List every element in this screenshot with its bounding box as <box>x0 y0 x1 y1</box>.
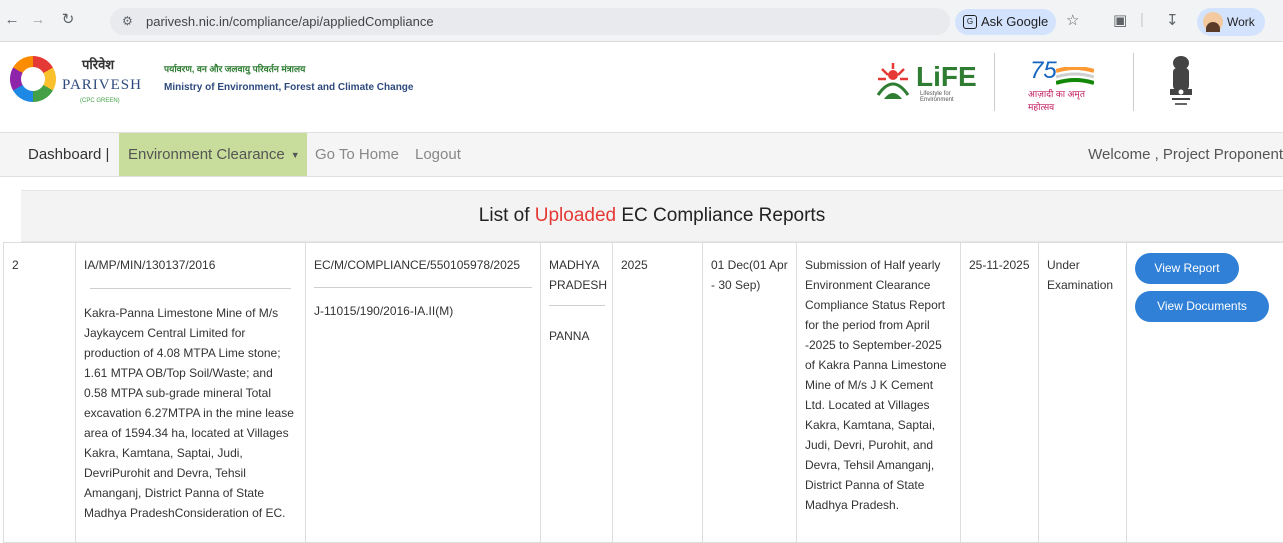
proposal-description: Kakra-Panna Limestone Mine of M/s Jaykay… <box>84 306 294 520</box>
bookmark-star-icon[interactable]: ☆ <box>1066 11 1079 29</box>
azadi-text: आज़ादी का अमृत महोत्सव <box>1028 89 1085 112</box>
ministry-name-hindi: पर्यावरण, वन और जलवायु परिवर्तन मंत्रालय <box>164 64 306 74</box>
ministry-name: Ministry of Environment, Forest and Clim… <box>164 82 414 93</box>
location-cell: MADHYA PRADESH PANNA <box>540 242 613 543</box>
compliance-reports-table: 2 IA/MP/MIN/130137/2016 Kakra-Panna Lime… <box>3 242 1283 543</box>
brand-name: PARIVESH <box>62 77 142 93</box>
download-icon[interactable]: ↧ <box>1166 11 1179 29</box>
browser-toolbar: ← → ↻ ⚙ parivesh.nic.in/compliance/api/a… <box>0 0 1283 42</box>
cell-divider <box>549 305 605 306</box>
header-divider <box>1133 53 1134 111</box>
lens-icon: G <box>963 15 977 29</box>
nav-go-to-home[interactable]: Go To Home <box>315 133 399 176</box>
caret-down-icon: ▼ <box>290 149 300 160</box>
profile-button[interactable]: Work <box>1197 8 1265 36</box>
life-logo-subtitle: Lifestyle for Environment <box>920 91 954 103</box>
proposal-number: IA/MP/MIN/130137/2016 <box>84 258 216 272</box>
compliance-cell: EC/M/COMPLIANCE/550105978/2025 J-11015/1… <box>305 242 541 543</box>
welcome-text: Welcome , Project Proponent <box>1088 146 1283 163</box>
reading-mode-icon[interactable]: ▣ <box>1113 11 1127 29</box>
status-cell: Under Examination <box>1038 242 1127 543</box>
tricolour-icon <box>1056 67 1094 85</box>
subject-cell: Submission of Half yearly Environment Cl… <box>796 242 961 543</box>
life-leaf-icon <box>876 63 910 99</box>
main-navbar: Dashboard | Environment Clearance ▼ Go To… <box>0 132 1283 177</box>
nav-environment-clearance-label: Environment Clearance <box>128 146 285 163</box>
life-logo-text: LiFE <box>916 61 977 92</box>
national-emblem-icon <box>1170 56 1192 105</box>
azadi-number: 75 <box>1030 57 1057 84</box>
file-number: J-11015/190/2016-IA.II(M) <box>314 304 454 318</box>
view-report-button[interactable]: View Report <box>1135 253 1239 284</box>
ask-google-button[interactable]: G Ask Google <box>955 9 1057 35</box>
cell-divider <box>314 287 532 288</box>
nav-dashboard[interactable]: Dashboard | <box>28 133 109 176</box>
table-row: 2 IA/MP/MIN/130137/2016 Kakra-Panna Lime… <box>3 242 1283 543</box>
district-name: PANNA <box>549 329 590 343</box>
sr-no-cell: 2 <box>3 242 76 543</box>
page-title-band: List of Uploaded EC Compliance Reports <box>21 190 1283 242</box>
compliance-id: EC/M/COMPLIANCE/550105978/2025 <box>314 258 521 272</box>
nav-environment-clearance-dropdown[interactable]: Environment Clearance ▼ <box>119 133 307 176</box>
brand-subtitle: (CPC GREEN) <box>80 98 120 104</box>
ask-google-label: Ask Google <box>981 14 1049 29</box>
state-name: MADHYA PRADESH <box>549 258 608 292</box>
address-bar[interactable]: ⚙ parivesh.nic.in/compliance/api/applied… <box>110 8 950 35</box>
page-title: List of Uploaded EC Compliance Reports <box>21 191 1283 241</box>
brand-hindi: परिवेश <box>82 57 115 72</box>
url-text[interactable]: parivesh.nic.in/compliance/api/appliedCo… <box>146 14 434 29</box>
forward-arrow-icon[interactable]: → <box>28 10 48 30</box>
page-title-suffix: EC Compliance Reports <box>616 205 826 226</box>
actions-cell: View Report View Documents <box>1126 242 1283 543</box>
cell-divider <box>90 288 291 289</box>
page-title-highlight: Uploaded <box>534 205 617 226</box>
site-header: परिवेश PARIVESH (CPC GREEN) पर्यावरण, वन… <box>0 43 1283 132</box>
proposal-cell: IA/MP/MIN/130137/2016 Kakra-Panna Limest… <box>75 242 306 543</box>
toolbar-divider: | <box>1140 11 1144 28</box>
view-documents-button[interactable]: View Documents <box>1135 291 1269 322</box>
year-cell: 2025 <box>612 242 703 543</box>
page-title-prefix: List of <box>478 205 535 226</box>
site-settings-icon[interactable]: ⚙ <box>122 14 133 28</box>
parivesh-logo-icon[interactable] <box>10 56 56 102</box>
life-logo: LiFE Lifestyle for Environment <box>870 57 977 105</box>
azadi-ka-amrit-mahotsav-logo: 75 आज़ादी का अमृत महोत्सव <box>1022 57 1112 112</box>
avatar <box>1203 12 1223 32</box>
header-divider <box>994 53 995 111</box>
period-cell: 01 Dec(01 Apr - 30 Sep) <box>702 242 797 543</box>
nav-logout[interactable]: Logout <box>415 133 461 176</box>
reload-icon[interactable]: ↻ <box>58 10 78 30</box>
back-arrow-icon[interactable]: ← <box>2 10 22 30</box>
submitted-date-cell: 25-11-2025 <box>960 242 1039 543</box>
profile-label: Work <box>1227 15 1255 29</box>
